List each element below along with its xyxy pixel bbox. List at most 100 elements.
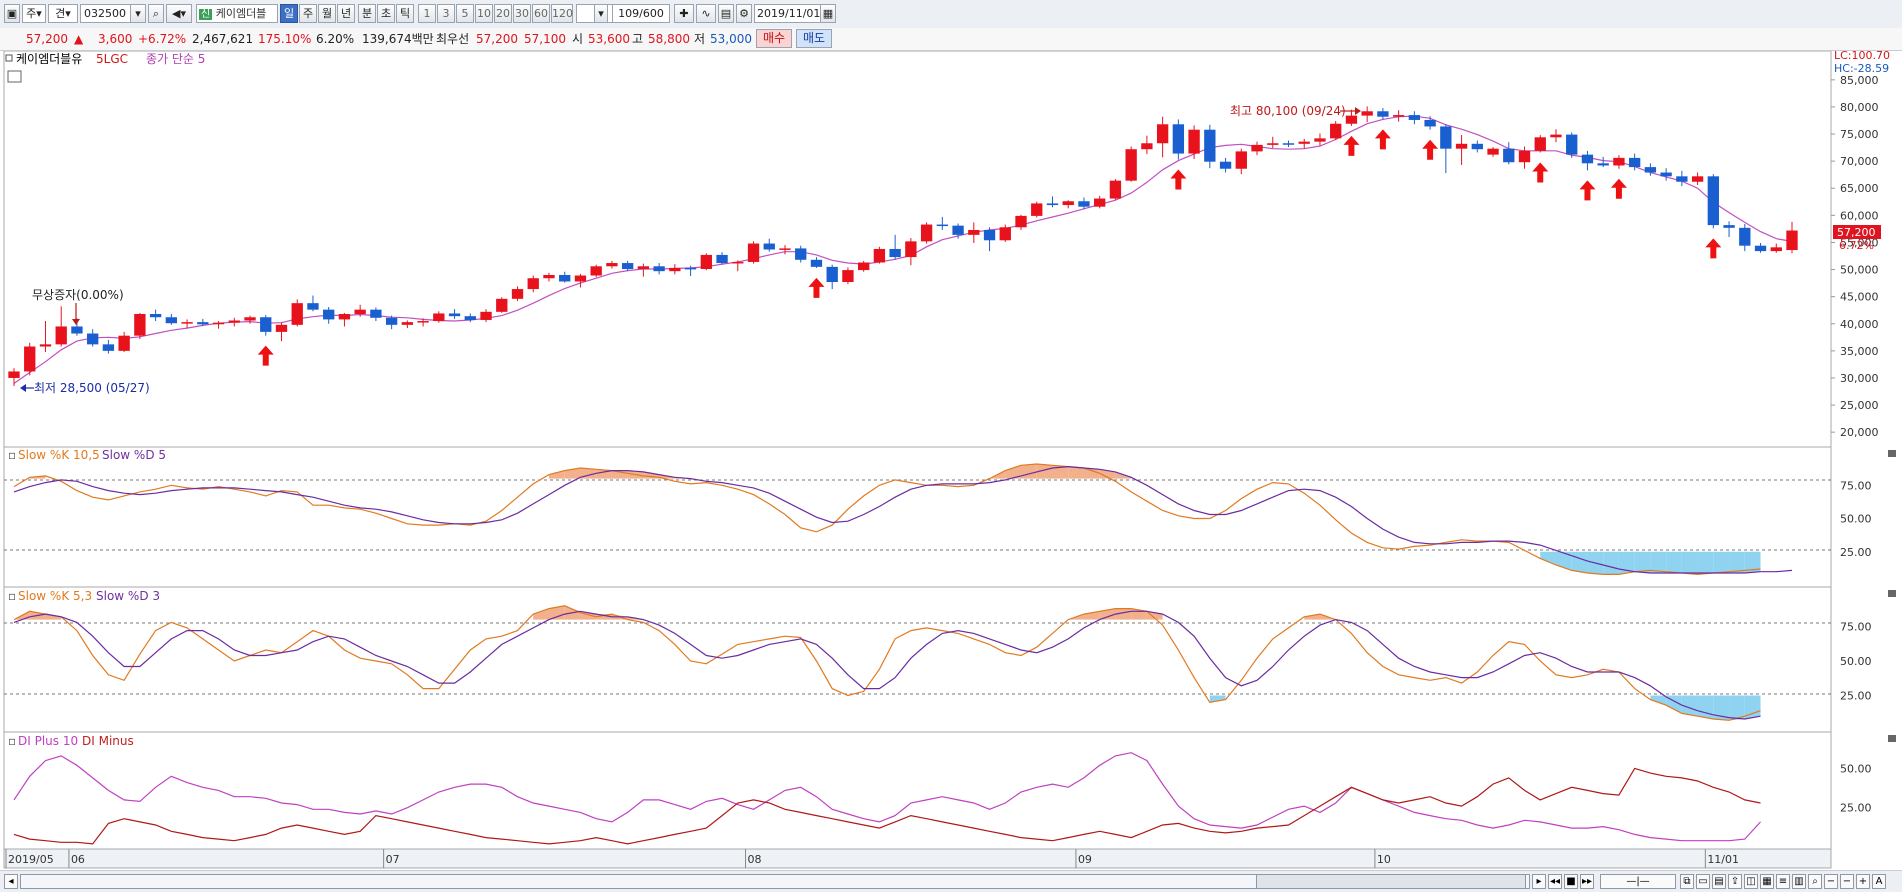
candle-body bbox=[165, 317, 178, 324]
candle-body bbox=[590, 266, 602, 276]
candle-body bbox=[8, 371, 20, 378]
candle-body bbox=[1172, 124, 1185, 154]
bar-count-field[interactable]: 109/600 bbox=[612, 4, 670, 23]
zoom-slider[interactable]: —|— bbox=[1600, 874, 1676, 889]
oversold-fill bbox=[1729, 551, 1745, 574]
period-day[interactable]: 일 bbox=[280, 4, 298, 23]
s2-axis-label: 50.00 bbox=[1840, 655, 1872, 668]
split-icon[interactable]: ◫ bbox=[1744, 874, 1758, 889]
s2-axis-label: 75.00 bbox=[1840, 621, 1872, 634]
interval-120[interactable]: 120 bbox=[551, 4, 573, 23]
price-axis-label: 80,000 bbox=[1840, 101, 1879, 114]
period-year[interactable]: 년 bbox=[337, 4, 355, 23]
candle-body bbox=[559, 274, 571, 282]
period-second[interactable]: 초 bbox=[377, 4, 395, 23]
candle-body bbox=[212, 322, 225, 325]
candle-body bbox=[385, 317, 398, 325]
buy-button[interactable]: 매수 bbox=[756, 29, 792, 48]
svg-text:▫: ▫ bbox=[8, 448, 16, 462]
grid-icon[interactable]: ▥ bbox=[1792, 874, 1806, 889]
date-value: 2019/11/01 bbox=[757, 7, 821, 20]
scroll-left-icon[interactable]: ◂ bbox=[4, 874, 18, 889]
calendar-icon[interactable]: ▦ bbox=[820, 4, 836, 23]
legend-di-minus: DI Minus bbox=[82, 734, 134, 748]
stock-name-field[interactable]: 신 케이엠더블 bbox=[196, 4, 278, 23]
stoch1-pane-toggle-icon[interactable] bbox=[1888, 450, 1896, 457]
period-minute[interactable]: 분 bbox=[358, 4, 376, 23]
scrollbar-thumb[interactable] bbox=[1256, 874, 1526, 889]
interval-dropdown-icon[interactable]: ▾ bbox=[594, 4, 608, 23]
interval-20[interactable]: 20 bbox=[494, 4, 512, 23]
candle-body bbox=[1015, 215, 1027, 228]
quote-best-ask: 57,200 bbox=[476, 32, 518, 46]
oversold-fill bbox=[1634, 551, 1651, 574]
code-dropdown-icon[interactable]: ▾ bbox=[130, 4, 146, 23]
font-size-icon[interactable]: A bbox=[1872, 874, 1886, 889]
chart-table-icon[interactable] bbox=[7, 70, 22, 83]
interval-5[interactable]: 5 bbox=[456, 4, 474, 23]
trend-tool-icon[interactable]: ∿ bbox=[696, 4, 716, 23]
candle-body bbox=[1786, 230, 1798, 251]
zoom-minus2-icon[interactable]: − bbox=[1840, 874, 1854, 889]
date-label: 09 bbox=[1078, 853, 1092, 866]
settings-icon[interactable]: ⚙ bbox=[736, 4, 752, 23]
zoom-plus-icon[interactable]: + bbox=[1856, 874, 1870, 889]
oversold-fill bbox=[1697, 551, 1714, 575]
candle-body bbox=[448, 313, 461, 317]
export-icon[interactable]: ⇪ bbox=[1728, 874, 1742, 889]
candle-body bbox=[307, 303, 319, 310]
layout-icon[interactable]: ▦ bbox=[1760, 874, 1774, 889]
list-icon[interactable]: ≡ bbox=[1776, 874, 1790, 889]
crosshair-icon[interactable]: ✚ bbox=[674, 4, 694, 23]
interval-10[interactable]: 10 bbox=[475, 4, 493, 23]
interval-60[interactable]: 60 bbox=[532, 4, 550, 23]
window-icon[interactable]: ▭ bbox=[1696, 874, 1710, 889]
interval-1[interactable]: 1 bbox=[418, 4, 436, 23]
play-icon[interactable]: ▸ bbox=[1532, 874, 1546, 889]
date-axis bbox=[3, 848, 1832, 869]
mode-select[interactable]: 주▾ bbox=[22, 4, 46, 23]
period-tick[interactable]: 틱 bbox=[396, 4, 414, 23]
price-axis-label: 50,000 bbox=[1840, 264, 1879, 277]
svg-text:▫: ▫ bbox=[8, 589, 16, 603]
date-label: 11/01 bbox=[1707, 853, 1739, 866]
zoom-in-icon[interactable]: ⌕ bbox=[1808, 874, 1822, 889]
zoom-minus-icon[interactable]: − bbox=[1824, 874, 1838, 889]
s2-axis-label: 25.00 bbox=[1840, 690, 1872, 703]
period-month[interactable]: 월 bbox=[318, 4, 336, 23]
toolbar: ▣ 주▾ 견▾ 032500 ▾ ⌕ ◀▾ 신 케이엠더블 일 주 월 년 분 … bbox=[0, 0, 1902, 29]
candle-body bbox=[464, 316, 476, 320]
candle-body bbox=[1408, 115, 1421, 120]
type-select[interactable]: 견▾ bbox=[48, 4, 78, 23]
interval-3[interactable]: 3 bbox=[437, 4, 455, 23]
chart-area[interactable]: 케이엠더블유 5LGC 종가 단순 5 ▫ Slow %K 10,5 Slow … bbox=[0, 51, 1902, 870]
interval-30[interactable]: 30 bbox=[513, 4, 531, 23]
low-annotation: 최저 28,500 (05/27) bbox=[20, 381, 150, 395]
candle-body bbox=[197, 322, 209, 325]
period-week[interactable]: 주 bbox=[299, 4, 317, 23]
speaker-icon[interactable]: ◀▾ bbox=[166, 4, 192, 23]
rewind-icon[interactable]: ◂◂ bbox=[1548, 874, 1562, 889]
candle-body bbox=[480, 311, 492, 320]
candle-body bbox=[795, 248, 807, 260]
stoch2-pane bbox=[3, 586, 1832, 733]
candle-body bbox=[1691, 176, 1704, 182]
stop-icon[interactable]: ■ bbox=[1564, 874, 1578, 889]
di-pane-toggle-icon[interactable] bbox=[1888, 735, 1896, 742]
s1-axis-label: 25.00 bbox=[1840, 546, 1872, 559]
oversold-fill bbox=[1681, 551, 1698, 575]
search-icon[interactable]: ⌕ bbox=[148, 4, 164, 23]
quote-bar: 57,200 ▲ 3,600 +6.72% 2,467,621 175.10% … bbox=[0, 28, 1902, 51]
copy-icon[interactable]: ⧉ bbox=[1680, 874, 1694, 889]
candle-body bbox=[102, 344, 115, 351]
quote-high-label: 고 bbox=[632, 32, 644, 46]
svg-text:▫: ▫ bbox=[8, 734, 16, 748]
stoch2-legend: ▫ Slow %K 5,3 Slow %D 3 bbox=[8, 589, 160, 603]
forward-icon[interactable]: ▸▸ bbox=[1580, 874, 1594, 889]
sell-button[interactable]: 매도 bbox=[796, 29, 832, 48]
print-icon[interactable]: ▤ bbox=[1712, 874, 1726, 889]
candle-body bbox=[1361, 111, 1373, 116]
chart-layout-icon[interactable]: ▣ bbox=[4, 4, 20, 23]
save-icon[interactable]: ▤ bbox=[718, 4, 734, 23]
stoch2-pane-toggle-icon[interactable] bbox=[1888, 590, 1896, 597]
